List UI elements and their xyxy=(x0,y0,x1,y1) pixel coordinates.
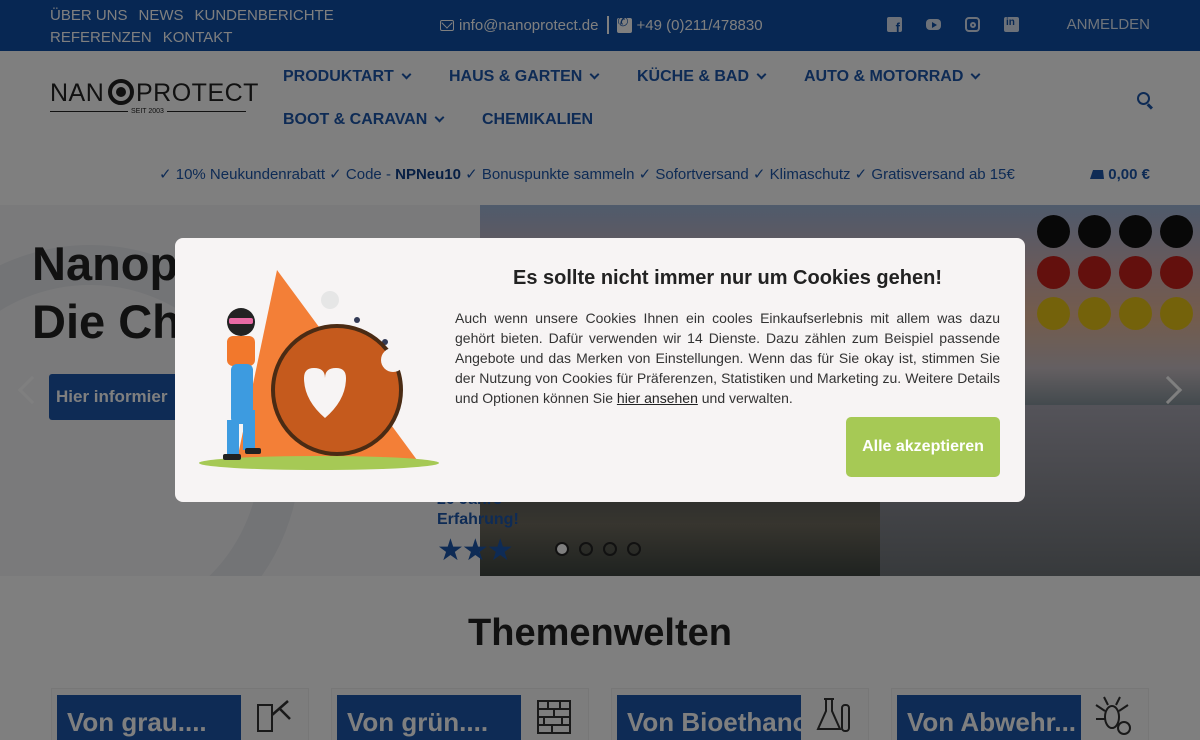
cookie-consent-dialog: Es sollte nicht immer nur um Cookies geh… xyxy=(175,238,1025,502)
cookie-text-end: und verwalten. xyxy=(697,390,793,406)
cookie-details-link[interactable]: hier ansehen xyxy=(617,390,698,406)
accept-all-button[interactable]: Alle akzeptieren xyxy=(846,417,1000,477)
cookie-title: Es sollte nicht immer nur um Cookies geh… xyxy=(513,267,942,289)
cookie-illustration-icon xyxy=(199,270,439,470)
cookie-text: Auch wenn unsere Cookies Ihnen ein coole… xyxy=(455,308,1000,408)
